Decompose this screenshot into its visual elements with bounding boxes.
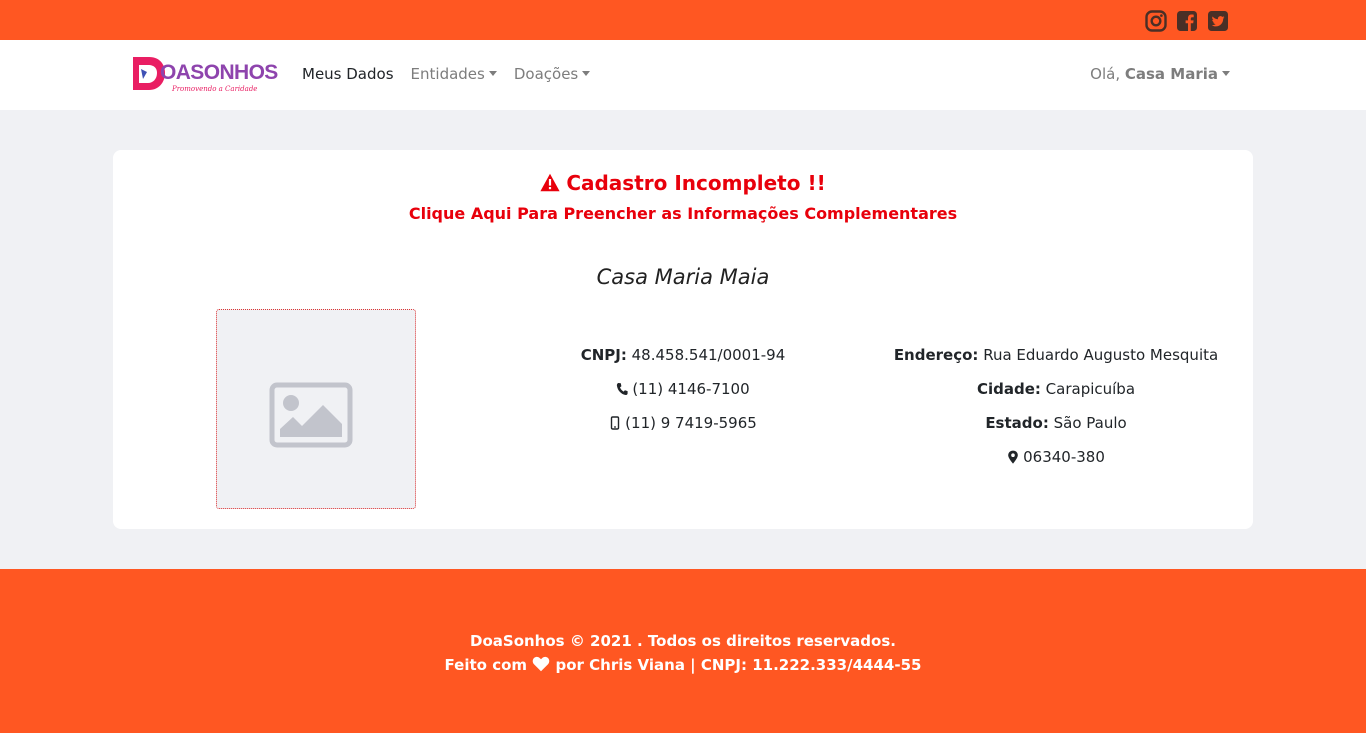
city-row: Cidade: Carapicuíba	[881, 380, 1231, 414]
phone-row: (11) 4146-7100	[533, 380, 833, 414]
twitter-icon[interactable]	[1207, 10, 1229, 32]
logo-tagline: Promovendo a Caridade	[172, 85, 258, 93]
zip-value: 06340-380	[1023, 448, 1105, 466]
nav-entidades-label: Entidades	[410, 65, 485, 83]
profile-card: Cadastro Incompleto !! Clique Aqui Para …	[113, 150, 1253, 529]
nav-doacoes-dropdown[interactable]: Doações	[513, 65, 591, 83]
footer-credits: Feito com por Chris Viana | CNPJ: 11.222…	[0, 656, 1366, 674]
caret-down-icon	[488, 71, 497, 76]
main-nav: Meus Dados Entidades Doações	[302, 65, 607, 83]
phone-icon	[617, 383, 628, 396]
state-label: Estado:	[985, 414, 1049, 432]
nav-entidades-dropdown[interactable]: Entidades	[411, 65, 497, 83]
logo-text: OASONHOS	[160, 61, 278, 84]
profile-photo[interactable]	[216, 309, 416, 509]
caret-down-icon	[582, 71, 591, 76]
image-placeholder-icon	[269, 382, 353, 448]
map-marker-icon	[1008, 450, 1018, 464]
footer-copyright: DoaSonhos © 2021 . Todos os direitos res…	[470, 632, 896, 650]
warning-triangle-icon	[540, 173, 560, 192]
city-value: Carapicuíba	[1045, 380, 1136, 398]
mobile-value: (11) 9 7419-5965	[625, 414, 757, 432]
user-greeting: Olá,	[1090, 65, 1121, 83]
nav-doacoes-label: Doações	[513, 65, 579, 83]
alert-title: Cadastro Incompleto !!	[113, 171, 1253, 195]
contact-info: CNPJ: 48.458.541/0001-94 (11) 4146-7100 …	[533, 346, 833, 448]
state-value: São Paulo	[1053, 414, 1127, 432]
cnpj-label: CNPJ:	[580, 346, 627, 364]
social-links	[1145, 10, 1229, 32]
nav-meus-dados[interactable]: Meus Dados	[302, 65, 394, 83]
state-row: Estado: São Paulo	[881, 414, 1231, 448]
address-row: Endereço: Rua Eduardo Augusto Mesquita	[881, 346, 1231, 380]
cnpj-value: 48.458.541/0001-94	[631, 346, 786, 364]
complete-profile-link[interactable]: Clique Aqui Para Preencher as Informaçõe…	[113, 204, 1253, 223]
zip-row: 06340-380	[881, 448, 1231, 482]
city-label: Cidade:	[976, 380, 1041, 398]
mobile-row: (11) 9 7419-5965	[533, 414, 833, 448]
cnpj-row: CNPJ: 48.458.541/0001-94	[533, 346, 833, 380]
user-name: Casa Maria	[1124, 65, 1218, 83]
phone-value: (11) 4146-7100	[632, 380, 750, 398]
organization-name: Casa Maria Maia	[596, 265, 770, 289]
heart-icon	[533, 656, 550, 672]
address-info: Endereço: Rua Eduardo Augusto Mesquita C…	[881, 346, 1231, 482]
navbar: OASONHOS Promovendo a Caridade Meus Dado…	[0, 40, 1366, 110]
address-value: Rua Eduardo Augusto Mesquita	[983, 346, 1219, 364]
top-bar	[0, 0, 1366, 40]
footer: DoaSonhos © 2021 . Todos os direitos res…	[0, 569, 1366, 733]
alert-title-text: Cadastro Incompleto !!	[566, 171, 826, 195]
instagram-icon[interactable]	[1145, 10, 1167, 32]
footer-made-with: Feito com	[444, 656, 528, 674]
user-menu-dropdown[interactable]: Olá, Casa Maria	[1090, 65, 1230, 83]
mobile-phone-icon	[610, 416, 620, 430]
caret-down-icon	[1222, 71, 1230, 76]
address-label: Endereço:	[893, 346, 979, 364]
brand-logo[interactable]: OASONHOS Promovendo a Caridade	[130, 52, 278, 98]
nav-meus-dados-label: Meus Dados	[302, 65, 394, 83]
facebook-icon[interactable]	[1176, 10, 1198, 32]
footer-made-by: por Chris Viana | CNPJ: 11.222.333/4444-…	[555, 656, 922, 674]
